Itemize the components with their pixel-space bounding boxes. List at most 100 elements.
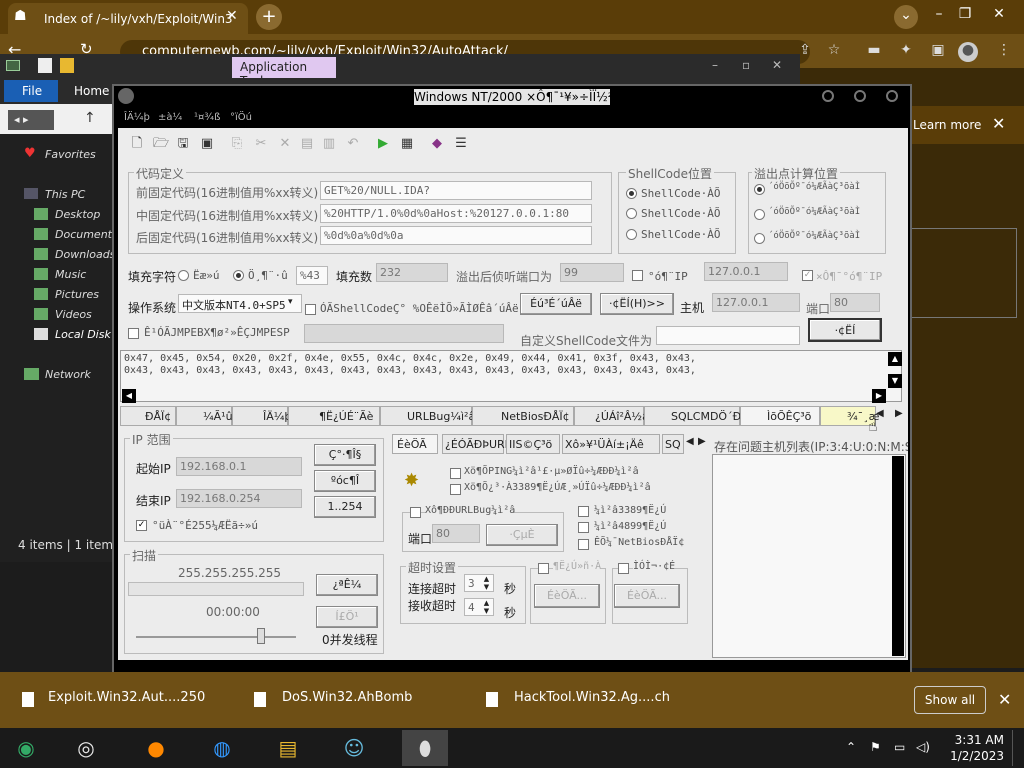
menu-help[interactable]: °ïÖú [230,112,252,123]
hex-scroll-up-icon[interactable]: ▲ [888,352,902,366]
use-shellcode-checkbox[interactable] [305,304,316,315]
inner-tab-iis[interactable]: IIS©Ç³ö [506,434,560,454]
tab-port-scan[interactable]: ¶Ë¿ÚÉ¨Ãè [288,406,380,426]
new-file-icon[interactable] [38,58,52,73]
fill-char-input[interactable]: %43 [296,266,328,285]
os-select[interactable]: 中文版本NT4.0+SP5 [178,294,302,313]
tray-chevron-icon[interactable]: ⌃ [846,740,856,754]
profile-menu-icon[interactable]: ⌄ [894,5,918,29]
send-more-button[interactable]: ·¢ËÍ(H)>> [600,293,674,315]
start-scan-button[interactable]: ¿ªÊ¼ [316,574,378,596]
b-segment-button[interactable]: ºóc¶Î [314,470,376,492]
menu-edit[interactable]: ±à¼­ [158,112,186,123]
save-as-icon[interactable]: ▣ [198,135,216,153]
middle-code-input[interactable]: %20HTTP/1.0%0d%0aHost:%20127.0.0.1:80 [320,204,592,223]
tray-volume-icon[interactable]: ◁) [916,740,930,754]
tab-sqlcmd[interactable]: SQLCMDÖ´ÐÐ [644,406,750,426]
close-window-icon[interactable]: ✕ [988,4,1010,26]
prefix-code-input[interactable]: GET%20/NULL.IDA? [320,181,592,200]
delete-icon[interactable]: ✕ [276,135,294,153]
urlbug-checkbox[interactable] [410,507,421,518]
fill-random-radio[interactable] [178,270,189,281]
bind-ip-input[interactable]: 127.0.0.1 [704,262,788,281]
tab-urlbug[interactable]: URLBug¼ì²â [380,406,475,426]
urlbug-button[interactable]: ·ÇµÈ [486,524,558,546]
open-folder-icon[interactable]: 🗁 [152,135,170,153]
new-tab-button[interactable]: + [256,4,282,30]
side-panel-icon[interactable]: ▣ [928,42,948,62]
tab-overflow[interactable]: ÌõÕÊÇ³õ [740,406,820,426]
netbios-checkbox[interactable] [578,539,589,550]
tab-results[interactable]: ¼Ã¹û [176,406,233,426]
range-1-254-button[interactable]: 1..254 [314,496,376,518]
new-doc-icon[interactable]: 🗋 [128,135,146,153]
downloads-close-icon[interactable]: ✕ [998,690,1011,709]
stop-scan-button[interactable]: Í£Ö¹ [316,606,378,628]
generate-code-button[interactable]: Éú³É´úÂë [520,293,592,315]
paste-icon[interactable]: ▤ [298,135,316,153]
include-255-checkbox[interactable]: ✓ [136,520,147,531]
nav-local-disk[interactable]: Local Disk ( [55,328,119,341]
explorer-close-icon[interactable]: ✕ [772,58,782,72]
overflow-radio-1[interactable] [754,184,765,195]
banner-close-icon[interactable]: ✕ [992,114,1005,133]
save-icon[interactable]: 🖫 [174,135,192,153]
nav-music[interactable]: Music [55,268,86,281]
thread-slider-thumb[interactable] [257,628,265,644]
custom-shellcode-input[interactable] [656,326,800,345]
inner-tab-url[interactable]: ¿ÉÓÃÐÞURL [442,434,511,454]
file-tab[interactable]: File [4,80,58,102]
fill-specified-radio[interactable] [233,270,244,281]
fill-count-input[interactable]: 232 [376,263,448,282]
urlbug-port-input[interactable]: 80 [432,524,480,543]
tab-password[interactable]: ¿ÚÁî²Â½â [574,406,649,426]
problem-hosts-list[interactable] [712,454,906,658]
nav-favorites[interactable]: Favorites [45,148,96,161]
network-tool-icon[interactable]: ▦ [398,135,416,153]
browser-menu-icon[interactable]: ⋮ [994,42,1014,62]
inner-tab-left-icon[interactable]: ◀ [686,436,694,447]
overflow-radio-3[interactable] [754,233,765,244]
hex-scroll-right-icon[interactable]: ▶ [872,389,886,403]
nav-documents[interactable]: Documents [55,228,118,241]
nav-network[interactable]: Network [45,368,91,381]
minimize-icon[interactable]: – [928,4,950,26]
app-minimize-icon[interactable] [822,90,834,102]
start-ip-input[interactable]: 192.168.0.1 [176,457,302,476]
menu-tools[interactable]: ¹¤¾ß [194,112,220,123]
campaign-taskbar-icon[interactable]: ◍ [202,730,242,766]
show-all-button[interactable]: Show all [914,686,986,714]
settings-button-1[interactable]: ÉèÖÃ... [534,584,600,608]
hex-output[interactable]: 0x47, 0x45, 0x54, 0x20, 0x2f, 0x4e, 0x55… [120,350,902,402]
copy-icon[interactable]: ⎘ [228,135,246,153]
bookmark-star-icon[interactable]: ☆ [824,42,844,62]
app-close-icon[interactable] [886,90,898,102]
properties-icon[interactable]: ▥ [320,135,338,153]
dynamic-checkbox[interactable] [618,563,629,574]
browser-tab[interactable]: Index of /~lily/vxh/Exploit/Win3 [8,3,248,34]
thread-slider-track[interactable] [136,636,296,638]
users-taskbar-icon[interactable]: ☺ [334,730,374,766]
nav-desktop[interactable]: Desktop [55,208,100,221]
learn-more-link[interactable]: Learn more [905,106,1024,144]
nav-videos[interactable]: Videos [55,308,92,321]
restore-icon[interactable]: ❐ [954,4,976,26]
check-4899-checkbox[interactable] [578,522,589,533]
nav-downloads[interactable]: Downloads [55,248,115,261]
download-item-3[interactable]: HackTool.Win32.Ag....ch [514,690,670,705]
download-item-1[interactable]: Exploit.Win32.Aut....250 [48,690,205,705]
port3389-check-checkbox[interactable] [450,484,461,495]
firefox-taskbar-icon[interactable]: ● [136,730,176,766]
os-dropdown-icon[interactable]: ▾ [288,297,293,307]
recv-timeout-spinner-icon[interactable]: ▲ ▼ [480,599,493,615]
undo-icon[interactable]: ↶ [344,135,362,153]
hosts-list-scrollbar[interactable] [892,456,904,656]
inner-tab-admin[interactable]: Xô»¥¹ÜÀí±¡Äê [562,434,660,454]
suffix-code-input[interactable]: %0d%0a%0d%0a [320,226,592,245]
shellcode-radio-3[interactable] [626,229,637,240]
tab-netbios[interactable]: NetBiosÐÅÏ¢ [472,406,574,426]
app-maximize-icon[interactable] [854,90,866,102]
profile-avatar-icon[interactable]: ● [958,42,978,62]
check-3389-checkbox[interactable] [578,506,589,517]
tray-flag-icon[interactable]: ⚑ [870,740,881,754]
